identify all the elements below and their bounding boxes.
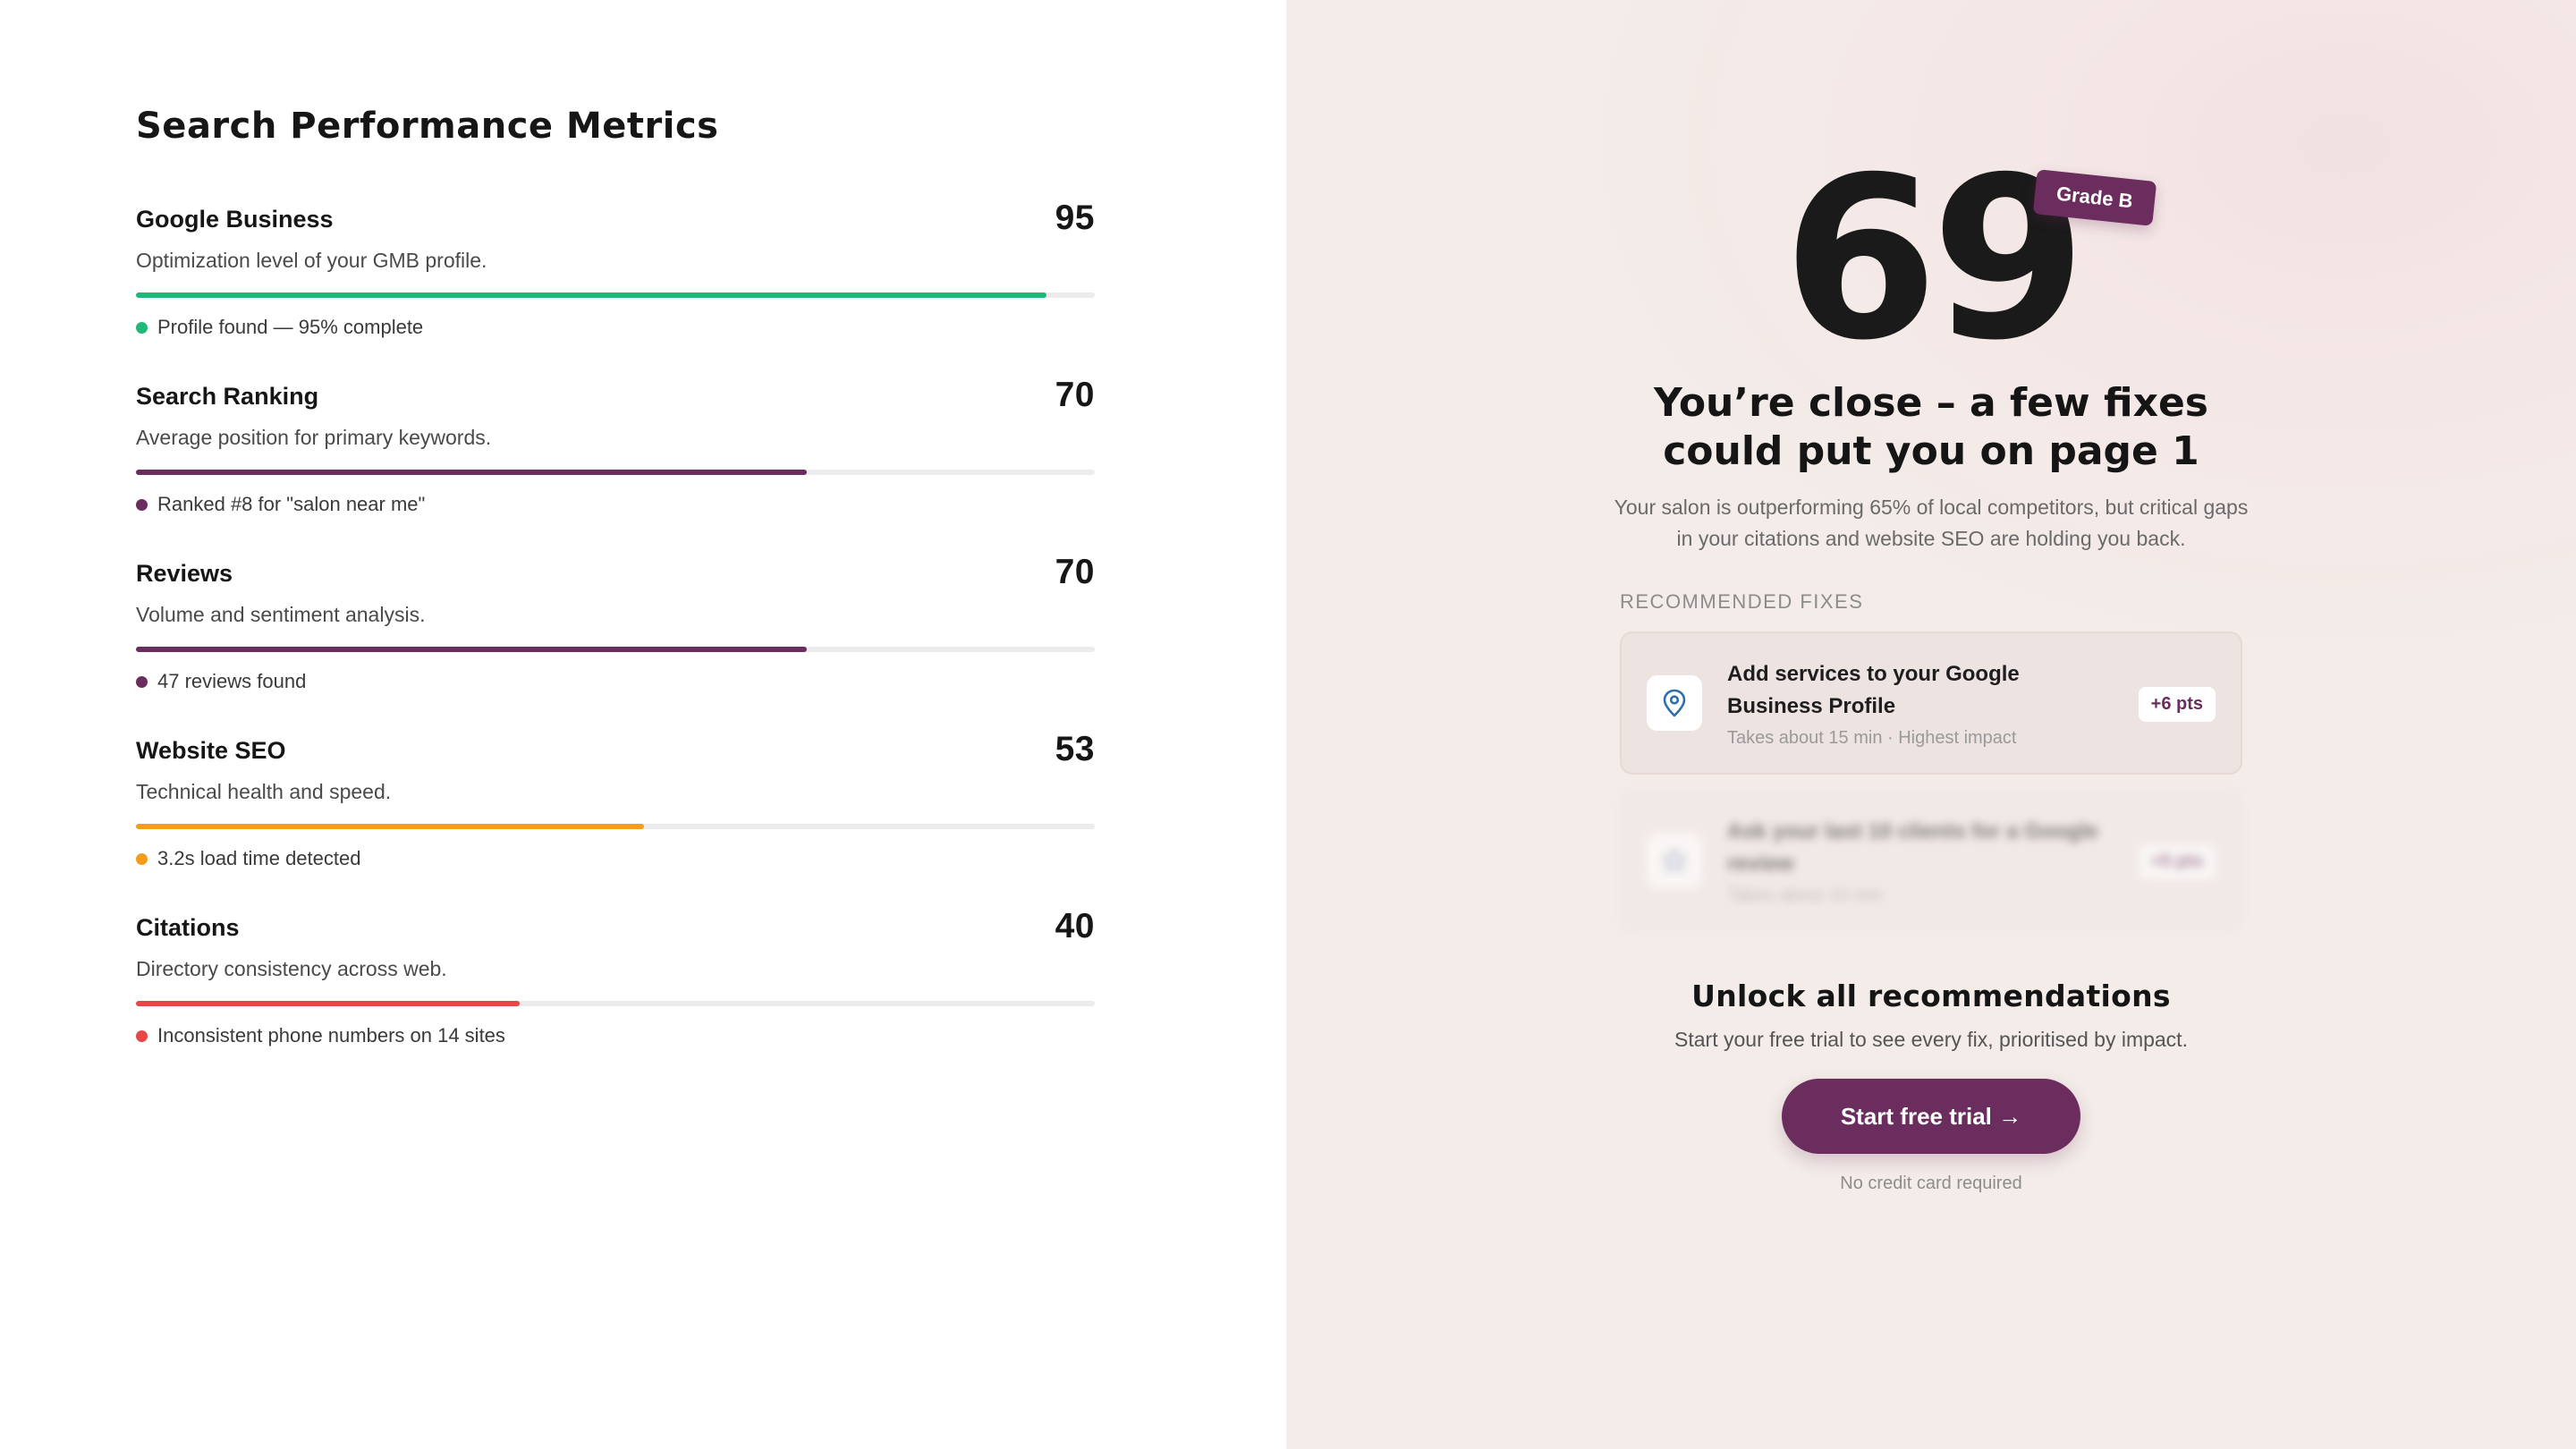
metric-score: 40 (1055, 907, 1095, 945)
map-pin-icon (1647, 675, 1702, 731)
metric-name: Search Ranking (136, 383, 319, 410)
metric-note-text: Inconsistent phone numbers on 14 sites (157, 1024, 505, 1046)
metric-description: Average position for primary keywords. (136, 426, 492, 449)
metric-score: 53 (1055, 730, 1095, 768)
summary-subtext: Your salon is outperforming 65% of local… (1614, 496, 2249, 550)
locked-fix-card: Ask your last 10 clients for a Google re… (1620, 789, 2242, 932)
progress-fill (136, 292, 1047, 298)
fix-title: Ask your last 10 clients for a Google re… (1727, 818, 2098, 876)
overall-score-block: 69 Grade B (1618, 148, 2244, 371)
metric-note: Profile found — 95% complete (136, 316, 1095, 339)
summary-headline: You’re close – a few fixes could put you… (1654, 380, 2208, 474)
progress-fill (136, 824, 645, 829)
recommended-label: RECOMMENDED FIXES (1620, 590, 1864, 613)
metric-name: Reviews (136, 560, 233, 587)
fix-points-badge: +6 pts (2138, 687, 2216, 722)
metric-note-text: Profile found — 95% complete (157, 316, 424, 338)
unlock-title: Unlock all recommendations (1691, 979, 2171, 1013)
metric-name: Google Business (136, 206, 334, 233)
fix-card[interactable]: Add services to your Google Business Pro… (1620, 631, 2242, 775)
progress-fill (136, 1001, 520, 1006)
cta-footnote: No credit card required (1840, 1174, 2022, 1193)
fix-meta: Takes about 15 min · Highest impact (1727, 727, 2017, 748)
page: Search Performance Metrics Google Busine… (0, 0, 2576, 1449)
progress-track (136, 470, 1095, 475)
metric-google-business: Google Business 95 Optimization level of… (136, 199, 1095, 376)
metric-note: 3.2s load time detected (136, 847, 1095, 870)
unlock-subtext: Start your free trial to see every fix, … (1674, 1028, 2188, 1051)
fix-points-badge: +5 pts (2138, 844, 2216, 879)
status-dot-icon (136, 675, 148, 688)
progress-track (136, 292, 1095, 298)
start-free-trial-button[interactable]: Start free trial → (1782, 1079, 2080, 1154)
status-dot-icon (136, 1030, 148, 1042)
metric-citations: Citations 40 Directory consistency acros… (136, 907, 1095, 1084)
summary-panel: 69 Grade B You’re close – a few fixes co… (1286, 0, 2576, 1449)
metric-name: Website SEO (136, 737, 286, 764)
metric-note-text: 3.2s load time detected (157, 847, 361, 869)
metrics-title: Search Performance Metrics (136, 106, 719, 147)
fix-title: Add services to your Google Business Pro… (1727, 661, 2020, 718)
metric-note-text: Ranked #8 for "salon near me" (157, 493, 426, 515)
metric-score: 70 (1055, 376, 1095, 414)
metric-note-text: 47 reviews found (157, 670, 307, 692)
metric-reviews: Reviews 70 Volume and sentiment analysis… (136, 553, 1095, 730)
metric-website-seo: Website SEO 53 Technical health and spee… (136, 730, 1095, 907)
star-icon (1647, 833, 1702, 888)
status-dot-icon (136, 498, 148, 511)
metric-description: Volume and sentiment analysis. (136, 603, 426, 626)
progress-track (136, 647, 1095, 652)
metric-score: 70 (1055, 553, 1095, 591)
metric-search-ranking: Search Ranking 70 Average position for p… (136, 376, 1095, 553)
fix-meta: Takes about 10 min (1727, 885, 1883, 905)
metric-name: Citations (136, 914, 240, 941)
metric-note: Inconsistent phone numbers on 14 sites (136, 1024, 1095, 1047)
progress-track (136, 824, 1095, 829)
metrics-list: Google Business 95 Optimization level of… (136, 199, 1095, 1084)
metric-note: Ranked #8 for "salon near me" (136, 493, 1095, 516)
progress-fill (136, 647, 808, 652)
metric-description: Technical health and speed. (136, 780, 392, 803)
metric-note: 47 reviews found (136, 670, 1095, 693)
status-dot-icon (136, 321, 148, 334)
metric-description: Directory consistency across web. (136, 957, 447, 980)
progress-track (136, 1001, 1095, 1006)
progress-fill (136, 470, 808, 475)
metrics-panel: Search Performance Metrics Google Busine… (0, 0, 1286, 1449)
status-dot-icon (136, 852, 148, 865)
metric-description: Optimization level of your GMB profile. (136, 249, 487, 272)
metric-score: 95 (1055, 199, 1095, 237)
